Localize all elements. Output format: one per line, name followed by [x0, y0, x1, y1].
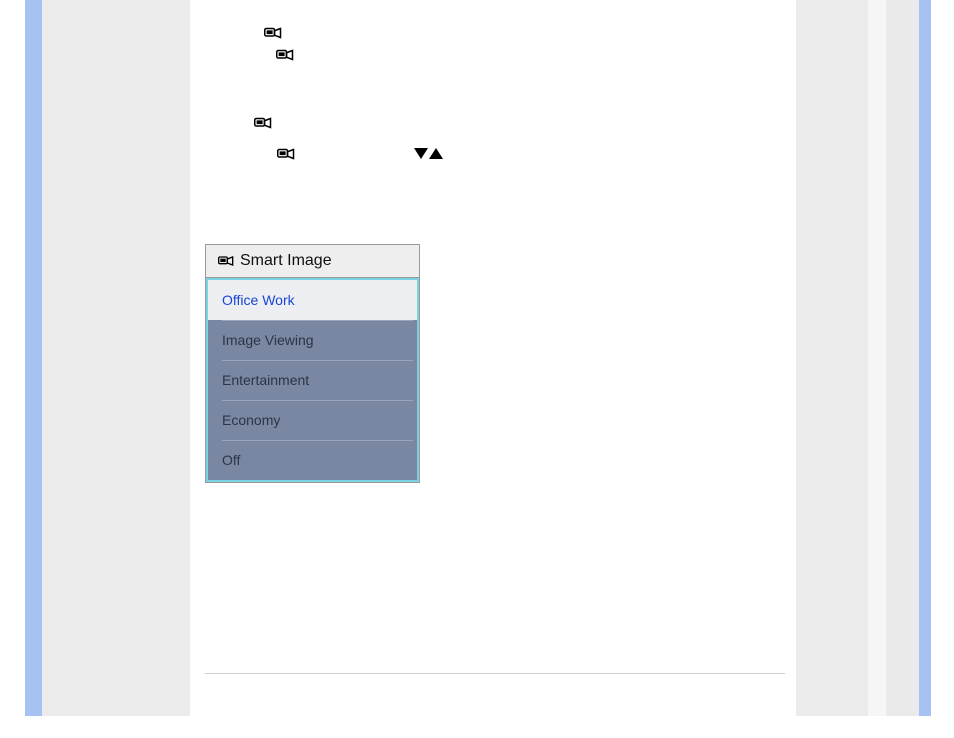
- smart-image-icon: [254, 116, 272, 130]
- menu-item-entertainment[interactable]: Entertainment: [208, 360, 417, 400]
- menu-item-office-work[interactable]: Office Work: [208, 280, 417, 320]
- left-grey-column: [42, 0, 190, 716]
- footer-divider: [205, 673, 785, 674]
- menu-item-economy[interactable]: Economy: [208, 400, 417, 440]
- right-grey-column-b: [868, 0, 886, 716]
- menu-item-label: Off: [222, 452, 240, 468]
- right-grey-column-a: [796, 0, 868, 716]
- menu-item-label: Entertainment: [222, 372, 309, 388]
- smart-image-menu-title: Smart Image: [240, 252, 332, 270]
- smart-image-icon: [276, 48, 294, 62]
- right-grey-column-c: [886, 0, 919, 716]
- menu-item-off[interactable]: Off: [208, 440, 417, 480]
- left-blue-strip: [25, 0, 42, 716]
- smart-image-menu-body: Office Work Image Viewing Entertainment …: [206, 278, 419, 482]
- smart-image-icon: [218, 255, 234, 267]
- menu-item-label: Office Work: [222, 292, 295, 308]
- menu-item-label: Image Viewing: [222, 332, 314, 348]
- smart-image-icon: [277, 147, 295, 161]
- menu-item-image-viewing[interactable]: Image Viewing: [208, 320, 417, 360]
- triangle-up-icon: [429, 148, 443, 159]
- smart-image-menu: Smart Image Office Work Image Viewing En…: [205, 244, 420, 483]
- triangle-down-icon: [414, 148, 428, 159]
- smart-image-menu-header: Smart Image: [206, 245, 419, 278]
- menu-item-label: Economy: [222, 412, 280, 428]
- right-blue-strip: [919, 0, 931, 716]
- page: Smart Image Office Work Image Viewing En…: [0, 0, 954, 738]
- smart-image-icon: [264, 26, 282, 40]
- up-down-toggle[interactable]: [414, 148, 443, 159]
